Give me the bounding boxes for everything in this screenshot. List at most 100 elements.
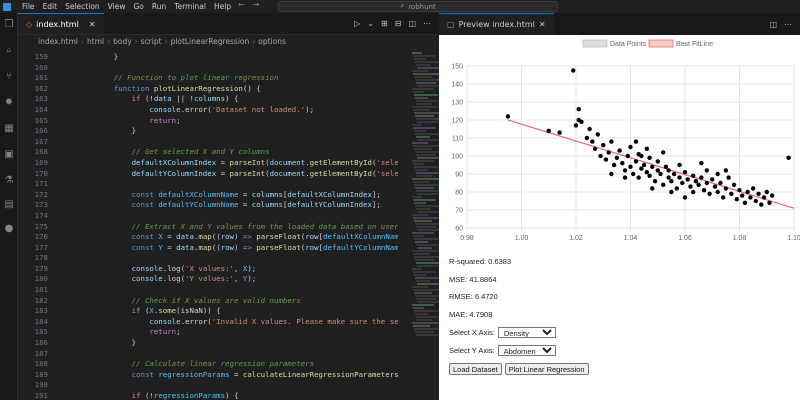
more-actions-icon[interactable]: ⋯ (784, 20, 792, 29)
line-number: 177 (34, 242, 48, 252)
forward-arrow-icon[interactable]: → (253, 0, 260, 13)
data-point (688, 184, 693, 189)
code-line[interactable]: 189 const regressionParams = calculateLi… (18, 370, 398, 381)
code-line[interactable]: 179 console.log('X values:', X); (18, 264, 398, 275)
breadcrumb-file[interactable]: index.html (38, 37, 78, 46)
code-line[interactable]: 183 if (X.some(isNaN)) { (18, 306, 398, 317)
data-point (690, 189, 696, 195)
run-debug-icon[interactable]: ✹ (3, 97, 15, 109)
tab-preview-index[interactable]: ▢ Preview index.html ✕ (439, 13, 554, 35)
code-line[interactable]: 167 (18, 137, 398, 148)
select-y-dropdown[interactable]: Abdomen (497, 344, 556, 356)
back-arrow-icon[interactable]: ← (238, 0, 245, 13)
run-icon[interactable]: ▷ (354, 19, 360, 28)
minimap-line (412, 160, 434, 162)
menu-view[interactable]: View (104, 2, 130, 11)
plot-regression-button[interactable]: Plot Linear Regression (504, 363, 589, 375)
minimap-line (413, 73, 442, 75)
split-editor-icon[interactable]: ◫ (769, 20, 777, 29)
more-actions-icon[interactable]: ⋯ (423, 19, 431, 28)
breadcrumb-script[interactable]: script (141, 37, 162, 46)
search-icon[interactable]: ⌕ (3, 45, 15, 57)
minimap-line (414, 94, 438, 96)
chevron-down-icon[interactable]: ⌄ (367, 19, 374, 28)
split-editor-icon[interactable]: ◫ (408, 19, 416, 28)
code-line[interactable]: 190 (18, 380, 398, 391)
code-line[interactable]: 173 const defaultYColumnName = columns[d… (18, 200, 398, 211)
code-line[interactable]: 170 defaultYColumnIndex = parseInt(docum… (18, 169, 398, 180)
data-point (601, 143, 606, 148)
breadcrumb-function[interactable]: plotLinearRegression (171, 37, 250, 46)
code-line[interactable]: 160 (18, 63, 398, 74)
code-line[interactable]: 165 return; (18, 116, 398, 127)
open-changes-icon[interactable]: ⊞ (381, 19, 388, 28)
code-line[interactable]: 176 const X = data.map((row) => parseFlo… (18, 232, 398, 243)
code-line[interactable]: 171 (18, 179, 398, 190)
legend-swatch-data-points[interactable] (582, 39, 608, 48)
source-control-icon[interactable]: ⑂ (3, 71, 15, 83)
code-line[interactable]: 166 } (18, 126, 398, 137)
minimap-line (412, 214, 428, 216)
code-line[interactable]: 191 if (!regressionParams) { (18, 391, 398, 400)
command-center-search[interactable]: ⌕ robhunt (278, 1, 558, 12)
menu-go[interactable]: Go (129, 2, 147, 11)
explorer-icon[interactable]: ❐ (3, 19, 15, 31)
menu-file[interactable]: File (18, 2, 39, 11)
menu-help[interactable]: Help (210, 2, 235, 11)
testing-icon[interactable]: ⚗ (3, 175, 15, 187)
menu-terminal[interactable]: Terminal (170, 2, 210, 11)
legend-swatch-best-fit[interactable] (648, 39, 674, 48)
code-line[interactable]: 186 } (18, 338, 398, 349)
mae-stat: MAE: 4.7908 (449, 309, 493, 319)
preview-icon[interactable]: ⊟ (395, 19, 402, 28)
code-line[interactable]: 184 console.error('Invalid X values. Ple… (18, 317, 398, 328)
legend-label-best-fit[interactable]: Best FitLine (676, 41, 713, 48)
line-text (48, 179, 100, 190)
code-line[interactable]: 169 defaultXColumnIndex = parseInt(docum… (18, 158, 398, 169)
menu-run[interactable]: Run (148, 2, 170, 11)
book-icon[interactable]: ▤ (3, 199, 15, 211)
code-line[interactable]: 175 // Extract X and Y values from the l… (18, 222, 398, 233)
code-line[interactable]: 187 (18, 349, 398, 360)
line-text: return; (149, 327, 181, 337)
breadcrumb-options[interactable]: options (258, 37, 286, 46)
remote-explorer-icon[interactable]: ▣ (3, 149, 15, 161)
line-text: const X = data.map((row) => parseFloat(r… (131, 232, 398, 242)
code-line[interactable]: 180 console.log('Y values:', Y); (18, 274, 398, 285)
code-line[interactable]: 159 } (18, 52, 398, 63)
close-icon[interactable]: ✕ (539, 20, 546, 29)
account-icon[interactable]: ● (3, 223, 15, 235)
code-line[interactable]: 177 const Y = data.map((row) => parseFlo… (18, 243, 398, 254)
code-line[interactable]: 182 // Check if X values are valid numbe… (18, 296, 398, 307)
minimap-line (412, 268, 422, 270)
code-line[interactable]: 168 // Get selected X and Y columns (18, 147, 398, 158)
minimap-line (415, 97, 428, 99)
code-line[interactable]: 181 (18, 285, 398, 296)
code-editor[interactable]: 159 } 160 161 // Function to plot linear … (18, 52, 398, 400)
close-icon[interactable]: ✕ (89, 20, 96, 29)
code-line[interactable]: 161 // Function to plot linear regressio… (18, 73, 398, 84)
tab-index-html[interactable]: ◇ index.html ✕ (18, 13, 104, 34)
breadcrumb-body[interactable]: body (113, 37, 132, 46)
code-line[interactable]: 188 // Calculate linear regression param… (18, 359, 398, 370)
code-line[interactable]: 172 const defaultXColumnName = columns[d… (18, 190, 398, 201)
select-x-dropdown[interactable]: Density (497, 326, 556, 338)
code-line[interactable]: 185 return; (18, 327, 398, 338)
menu-selection[interactable]: Selection (61, 2, 104, 11)
code-line[interactable]: 163 if (!data || !columns) { (18, 94, 398, 105)
code-line[interactable]: 164 console.error('Dataset not loaded.')… (18, 105, 398, 116)
code-line[interactable]: 174 (18, 211, 398, 222)
code-line[interactable]: 178 (18, 253, 398, 264)
legend-label-data-points[interactable]: Data Points (610, 41, 647, 48)
breadcrumb-html[interactable]: html (87, 37, 104, 46)
load-dataset-button[interactable]: Load Dataset (449, 363, 502, 375)
code-line[interactable]: 162 function plotLinearRegression() { (18, 84, 398, 95)
menu-edit[interactable]: Edit (39, 2, 62, 11)
editor-tabs: ◇ index.html ✕ ▷ ⌄ ⊞ ⊟ ◫ ⋯ (18, 13, 439, 35)
tab-label: index.html (36, 19, 79, 29)
data-point (731, 182, 737, 187)
data-point (707, 191, 712, 196)
y-tick-label: 150 (451, 64, 463, 71)
minimap-line (413, 199, 436, 201)
extensions-icon[interactable]: ▦ (3, 123, 15, 135)
